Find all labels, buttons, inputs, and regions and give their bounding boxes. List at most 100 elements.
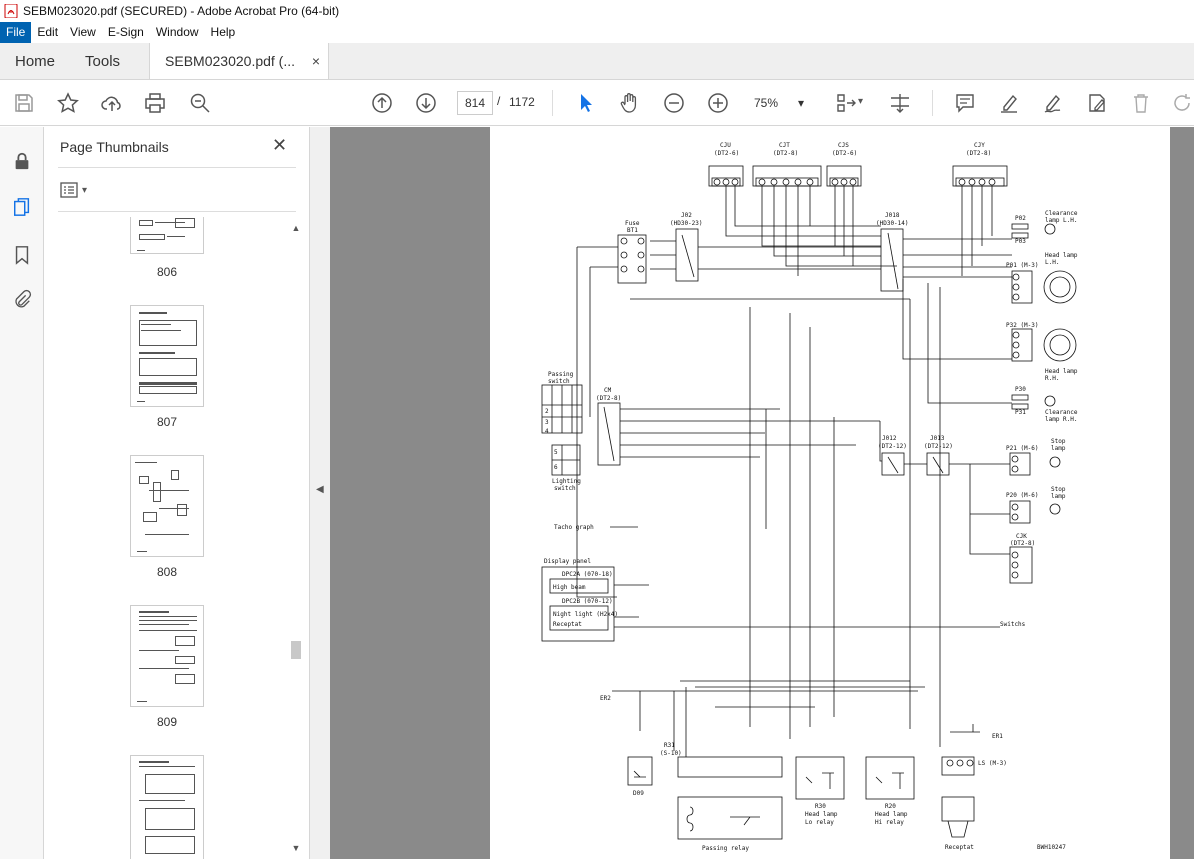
- svg-text:lamp R.H.: lamp R.H.: [1045, 416, 1078, 423]
- zoom-search-icon[interactable]: [188, 91, 212, 115]
- close-panel-icon[interactable]: ✕: [272, 135, 287, 156]
- delete-icon[interactable]: [1129, 91, 1153, 115]
- head-lamp-rh: P32 (M-3) Head lamp R.H.: [1006, 322, 1078, 382]
- svg-text:Clearance: Clearance: [1045, 210, 1078, 217]
- tab-home[interactable]: Home: [0, 43, 70, 79]
- svg-text:Lo relay: Lo relay: [805, 819, 834, 826]
- connector-cjy: CJY (DT2-8): [952, 142, 1008, 187]
- svg-text:P31: P31: [1015, 409, 1026, 416]
- svg-text:(DT2-6): (DT2-6): [832, 150, 857, 157]
- svg-text:P01 (M-3): P01 (M-3): [1006, 262, 1039, 269]
- connector-cjs: CJS (DT2-6): [826, 142, 862, 187]
- junction-j013: J013 (DT2-12): [924, 435, 953, 476]
- pages-icon[interactable]: [10, 195, 34, 219]
- thumbnail-options-button[interactable]: ▾: [60, 181, 96, 199]
- junction-j02: J02 (HD30-23): [670, 212, 703, 282]
- menu-view[interactable]: View: [64, 22, 102, 43]
- svg-text:switch: switch: [548, 378, 570, 385]
- junction-j012: J012 (DT2-12): [878, 435, 907, 476]
- svg-text:lamp: lamp: [1051, 493, 1066, 500]
- fuse-bt1: Fuse BT1: [617, 220, 647, 284]
- scroll-down-icon[interactable]: ▼: [289, 841, 303, 855]
- svg-text:J018: J018: [885, 212, 900, 219]
- drawing-code: BWH10247: [1037, 844, 1066, 851]
- thumbnail-page[interactable]: [130, 217, 204, 254]
- svg-text:5: 5: [554, 449, 558, 456]
- svg-text:Head lamp: Head lamp: [1045, 368, 1078, 375]
- attachment-icon[interactable]: [10, 287, 34, 311]
- upload-icon[interactable]: [100, 91, 124, 115]
- svg-text:Switchs: Switchs: [1000, 621, 1026, 628]
- svg-text:Display panel: Display panel: [544, 558, 591, 565]
- svg-text:2: 2: [545, 408, 549, 415]
- svg-text:Head lamp: Head lamp: [875, 811, 908, 818]
- zoom-out-icon[interactable]: [662, 91, 686, 115]
- svg-text:P20 (M-6): P20 (M-6): [1006, 492, 1039, 499]
- close-tab-icon[interactable]: ×: [312, 53, 320, 69]
- svg-text:CJT: CJT: [779, 142, 790, 149]
- star-icon[interactable]: [56, 91, 80, 115]
- rotate-icon[interactable]: [1170, 91, 1194, 115]
- scroll-thumb[interactable]: [291, 641, 301, 659]
- svg-text:lamp: lamp: [1051, 445, 1066, 452]
- svg-text:R31: R31: [664, 742, 675, 749]
- fit-chevron-icon[interactable]: ▾: [858, 96, 863, 107]
- window-title: SEBM023020.pdf (SECURED) - Adobe Acrobat…: [23, 4, 340, 18]
- zoom-value: 75%: [754, 96, 779, 110]
- print-icon[interactable]: [143, 91, 167, 115]
- zoom-select[interactable]: 75% ▾: [748, 91, 810, 115]
- wiring-schematic: CJU (DT2-6) CJT (DT2-8) CJS (DT2-6) CJY …: [541, 142, 1078, 852]
- toolbar-divider: [932, 90, 933, 116]
- svg-text:High beam: High beam: [553, 584, 586, 591]
- thumbnail-scrollbar[interactable]: ▲ ▼: [289, 217, 303, 859]
- page-down-icon[interactable]: [414, 91, 438, 115]
- menu-file[interactable]: File: [0, 22, 32, 43]
- thumbnail-page[interactable]: [130, 605, 204, 707]
- svg-text:(S-10): (S-10): [660, 750, 682, 757]
- scroll-up-icon[interactable]: ▲: [289, 221, 303, 235]
- fit-page-icon[interactable]: [834, 91, 858, 115]
- svg-text:R20: R20: [885, 803, 896, 810]
- svg-text:(HD30-23): (HD30-23): [670, 220, 703, 227]
- head-lamp-lo-relay: R30 Head lamp Lo relay: [795, 756, 845, 826]
- panel-collapse-handle[interactable]: ◀: [310, 127, 330, 859]
- save-icon[interactable]: [12, 91, 36, 115]
- svg-text:Stop: Stop: [1051, 486, 1066, 493]
- tab-bar: Home Tools SEBM023020.pdf (... ×: [0, 43, 1194, 80]
- svg-text:lamp L.H.: lamp L.H.: [1045, 217, 1078, 224]
- menu-window[interactable]: Window: [150, 22, 205, 43]
- menu-edit[interactable]: Edit: [31, 22, 64, 43]
- document-viewer[interactable]: CJU (DT2-6) CJT (DT2-8) CJS (DT2-6) CJY …: [330, 127, 1194, 859]
- clearance-lamp-rh: P30 P31 Clearance lamp R.H.: [1011, 386, 1078, 423]
- svg-text:6: 6: [554, 464, 558, 471]
- svg-text:4: 4: [545, 428, 549, 435]
- select-arrow-icon[interactable]: [574, 91, 598, 115]
- svg-text:Receptat: Receptat: [553, 621, 582, 628]
- thumbnail-page[interactable]: [130, 755, 204, 859]
- comment-icon[interactable]: [953, 91, 977, 115]
- sign-icon[interactable]: [1041, 91, 1065, 115]
- clearance-lamp-lh: P02 P03 Clearance lamp L.H.: [1011, 210, 1078, 245]
- page-up-icon[interactable]: [370, 91, 394, 115]
- svg-text:P32 (M-3): P32 (M-3): [1006, 322, 1039, 329]
- passing-switch: Passing switch 2 3 4: [541, 371, 583, 435]
- scroll-mode-icon[interactable]: [888, 91, 912, 115]
- svg-text:(DT2-8): (DT2-8): [1010, 540, 1035, 547]
- svg-text:Head lamp: Head lamp: [805, 811, 838, 818]
- menu-esign[interactable]: E-Sign: [102, 22, 150, 43]
- menu-help[interactable]: Help: [205, 22, 242, 43]
- highlight-icon[interactable]: [997, 91, 1021, 115]
- page-number-input[interactable]: 814: [457, 91, 493, 115]
- lock-icon[interactable]: [10, 149, 34, 173]
- hand-icon[interactable]: [618, 91, 642, 115]
- bookmark-icon[interactable]: [10, 243, 34, 267]
- thumbnail-page[interactable]: [130, 455, 204, 557]
- tab-document[interactable]: SEBM023020.pdf (... ×: [149, 43, 330, 79]
- svg-text:P21 (M-6): P21 (M-6): [1006, 445, 1039, 452]
- tab-tools[interactable]: Tools: [70, 43, 135, 79]
- edit-pdf-icon[interactable]: [1085, 91, 1109, 115]
- zoom-in-icon[interactable]: [706, 91, 730, 115]
- thumbnail-label: 809: [156, 715, 178, 729]
- svg-text:R30: R30: [815, 803, 826, 810]
- thumbnail-page[interactable]: [130, 305, 204, 407]
